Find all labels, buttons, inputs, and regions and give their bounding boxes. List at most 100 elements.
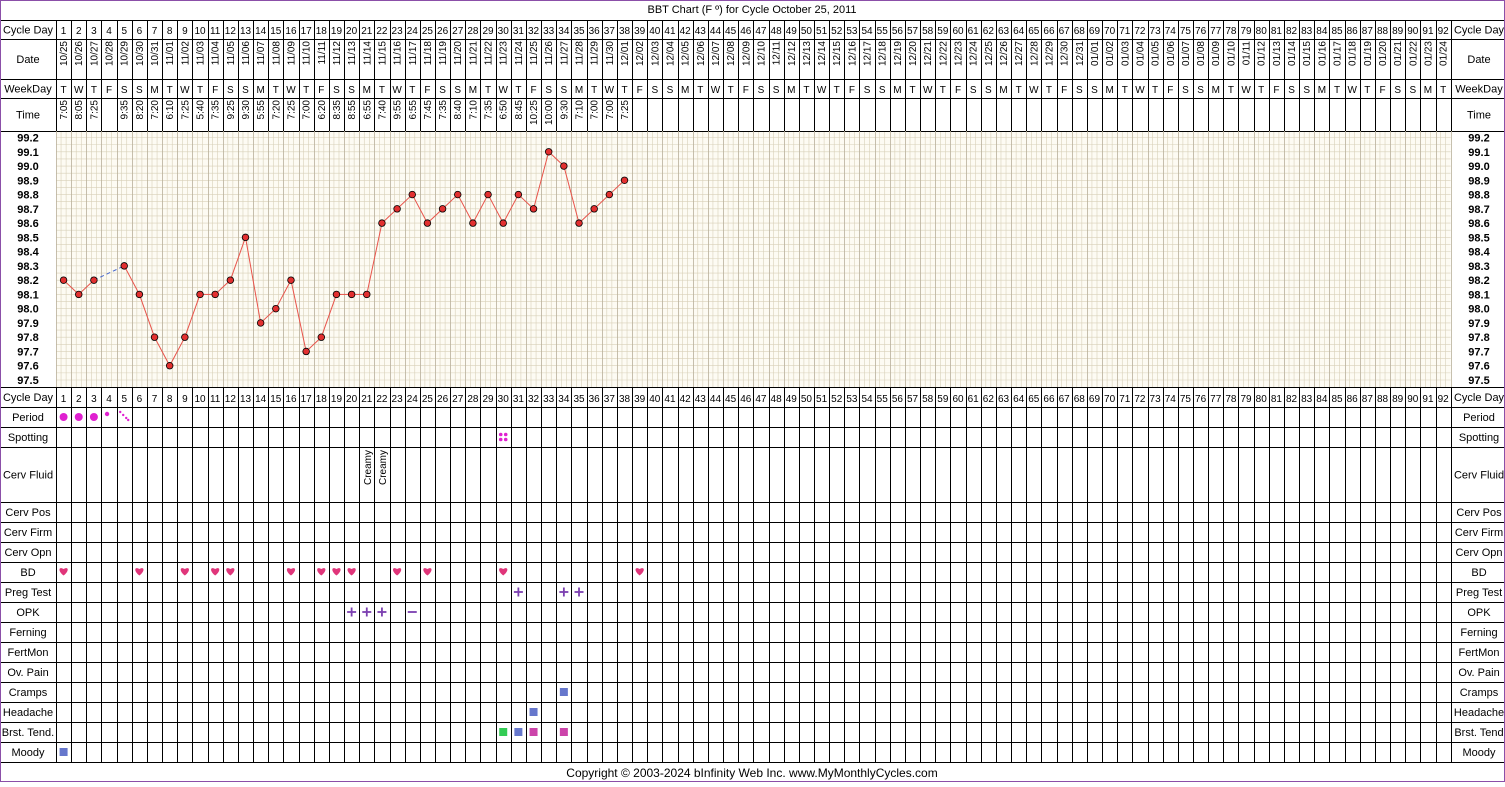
cycle-day-number: 63 [998,26,1010,37]
temperature-point[interactable] [575,219,583,227]
cycle-day-number: 7 [152,26,158,37]
temperature-point[interactable] [317,333,325,341]
temperature-point[interactable] [226,276,235,284]
temperature-point[interactable] [605,190,614,199]
temperature-point[interactable] [454,190,462,199]
cycle-day-number: 66 [1043,394,1055,405]
temperature-point[interactable] [150,333,159,341]
date-label: 11/24 [514,41,525,66]
weekday-label: F [743,85,749,96]
date-label: 11/29 [590,41,601,66]
temperature-point[interactable] [393,205,401,213]
temperature-point[interactable] [211,290,219,299]
cycle-day-number: 15 [270,26,282,37]
date-label: 12/29 [1044,41,1055,66]
temperature-point[interactable] [590,205,598,213]
y-tick-right: 97.5 [1468,375,1489,387]
cycle-day-number: 63 [998,394,1010,405]
date-label: 12/15 [832,41,843,66]
cycle-day-number: 88 [1377,26,1389,37]
date-label: 12/28 [1029,41,1040,66]
weekday-label: W [605,85,615,96]
temperature-point[interactable] [181,333,189,341]
temperature-point[interactable] [196,290,204,299]
date-label: 10/25 [59,41,70,66]
temperature-point[interactable] [75,290,83,299]
headache-label-left: Headache [3,707,53,719]
temperature-point[interactable] [438,205,447,213]
date-label: 11/05 [226,41,237,66]
date-label: 01/01 [1090,41,1101,66]
time-label: 7:45 [423,100,434,120]
date-label: 10/26 [74,41,85,66]
cycle-day-number: 43 [695,394,707,405]
weekday-label: T [167,85,173,96]
temperature-point[interactable] [529,205,538,213]
temperature-point[interactable] [347,290,356,299]
date-label: 01/02 [1105,41,1116,66]
temperature-point[interactable] [514,190,523,199]
cycle-day-number: 87 [1362,394,1374,405]
weekday-label: S [667,85,674,96]
temperature-point[interactable] [272,304,280,313]
temperature-point[interactable] [59,276,68,284]
time-label: 5:55 [256,100,267,120]
date-label: 12/25 [984,41,995,66]
cycle-day-number: 27 [452,26,464,37]
cycle-day-number: 1 [61,394,67,405]
temperature-point[interactable] [302,347,310,356]
temperature-point[interactable] [287,276,295,284]
temperature-point[interactable] [423,219,432,227]
temperature-point[interactable] [620,176,629,184]
cycle-day-number: 53 [846,26,858,37]
cycle-day-number: 58 [922,26,934,37]
weekday-label: T [591,85,597,96]
temperature-point[interactable] [469,219,477,227]
cycle-day-number: 51 [816,394,828,405]
cycle-day-number: 1 [61,26,67,37]
cycle-day-number: 44 [710,394,722,405]
temperature-point[interactable] [484,190,492,199]
cycle-day-number: 12 [225,26,237,37]
temperature-point[interactable] [545,148,553,156]
weekday-label: T [697,85,703,96]
temperature-point[interactable] [90,276,98,284]
y-tick-left: 98.6 [17,218,38,230]
weekday-label: M [1105,85,1113,96]
y-tick-right: 98.5 [1468,232,1489,244]
cycle-day-number: 85 [1331,26,1343,37]
cycle-day-number: 6 [137,394,143,405]
cerv-pos-label-right: Cerv Pos [1456,507,1502,519]
cycle-day-number: 6 [137,26,143,37]
temperature-point[interactable] [256,319,265,327]
temperature-point[interactable] [363,290,371,299]
date-label: 12/11 [772,41,783,66]
time-label: 7:00 [590,100,601,120]
cerv-pos-label-left: Cerv Pos [5,507,51,519]
brst-tend-marker [514,728,523,736]
date-label: 01/04 [1135,41,1146,66]
weekday-label: F [955,85,961,96]
cycle-day-number: 57 [907,394,919,405]
cycle-day-number: 81 [1271,394,1283,405]
temperature-point[interactable] [560,162,568,170]
temperature-point[interactable] [120,262,128,270]
temperature-point[interactable] [165,362,174,370]
cycle-day-number: 23 [392,394,404,405]
cycle-day-number: 71 [1119,394,1131,405]
temperature-point[interactable] [332,290,341,299]
y-tick-right: 97.8 [1468,332,1489,344]
opk-label-left: OPK [16,607,40,619]
cycle-day-number: 41 [664,26,676,37]
temperature-point[interactable] [135,290,144,299]
time-label: 8:35 [332,100,343,120]
time-label: 9:35 [120,100,131,120]
temperature-point[interactable] [378,219,386,227]
weekday-label: T [91,85,97,96]
temperature-point[interactable] [499,219,507,227]
y-tick-right: 98.4 [1468,247,1490,259]
temperature-point[interactable] [408,190,416,199]
weekday-label: T [1016,85,1022,96]
temperature-point[interactable] [241,233,250,242]
cycle-day-number: 66 [1043,26,1055,37]
